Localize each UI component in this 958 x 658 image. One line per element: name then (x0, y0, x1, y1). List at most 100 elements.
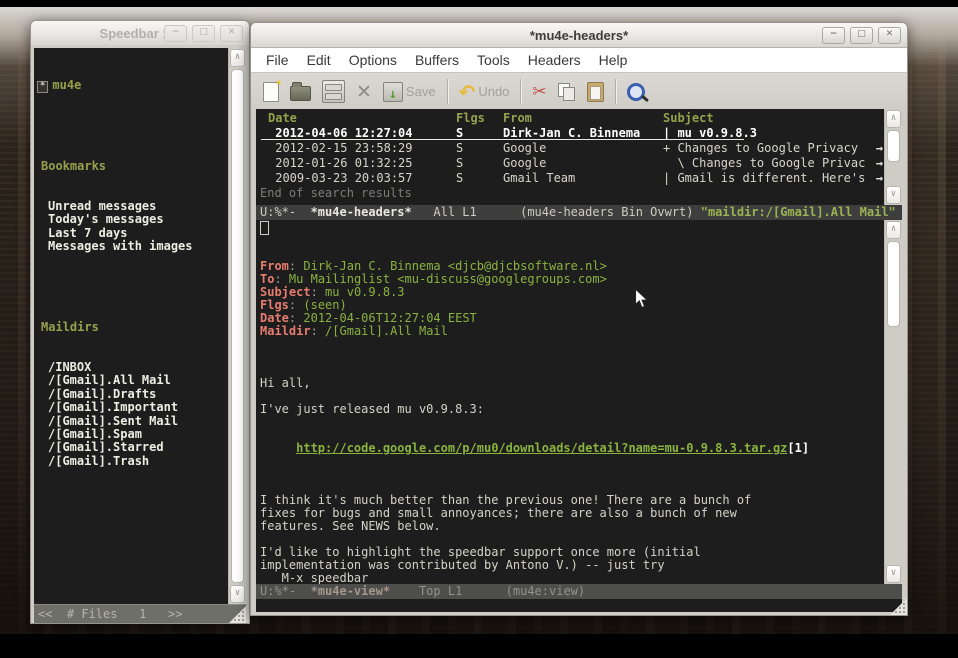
speedbar-bookmark-item[interactable]: Messages with images (37, 240, 228, 253)
speedbar-scrollbar-thumb[interactable] (231, 69, 244, 583)
speedbar-maildir-item[interactable]: /[Gmail].Drafts (37, 388, 228, 401)
search-icon[interactable] (627, 79, 650, 105)
message-body-line: I've just released mu v0.9.8.3: (260, 403, 884, 416)
speedbar-bookmark-item[interactable]: Today's messages (37, 213, 228, 226)
field-value: 2012-04-06T12:27:04 EEST (303, 311, 476, 325)
cell-subject: + Changes to Google Privacy (663, 141, 865, 155)
new-file-icon[interactable]: ★ (263, 79, 279, 105)
toolbar-separator (615, 79, 616, 104)
message-row[interactable]: 2009-03-23 20:03:57SGmail Team| Gmail is… (256, 171, 884, 186)
emacs-window: *mu4e-headers* −□ ✕ FileEditOptionsBuffer… (250, 22, 908, 616)
field-label: From (260, 259, 289, 273)
menu-item[interactable]: Options (342, 50, 404, 70)
cell-subject: \ Changes to Google Privac (663, 156, 865, 170)
message-body-line: features. See NEWS below. (260, 520, 884, 533)
save-label: Save (406, 84, 436, 99)
desktop: Speedbar 1.0 −□✕ *mu4e Bookmarks Unread … (0, 0, 958, 658)
window-button[interactable]: − (822, 27, 845, 44)
mu4e-view-pane: From: Dirk-Jan C. Binnema <djcb@djcbsoft… (256, 220, 902, 584)
speedbar-status-text[interactable]: << # Files 1 >> (38, 606, 183, 623)
field-value: mu v0.9.8.3 (325, 285, 404, 299)
speedbar-maildir-item[interactable]: /[Gmail].Spam (37, 428, 228, 441)
speedbar-maildir-item[interactable]: /[Gmail].Starred (37, 441, 228, 454)
cell-from: Google (503, 156, 663, 171)
truncation-arrow-icon: → (876, 156, 883, 171)
speedbar-maildir-item[interactable]: /INBOX (37, 361, 228, 374)
message-row[interactable]: 2012-02-15 23:58:29SGoogle+ Changes to G… (256, 141, 884, 156)
speedbar-resize-grip[interactable] (229, 606, 246, 623)
speedbar-maildir-item[interactable]: /[Gmail].Important (37, 401, 228, 414)
message-row[interactable]: 2012-04-06 12:27:04SDirk-Jan C. Binnema|… (256, 126, 884, 141)
menu-item[interactable]: Help (592, 50, 635, 70)
close-buffer-icon[interactable]: ✕ (356, 79, 372, 105)
column-subject: Subject (663, 111, 884, 126)
window-button[interactable]: □ (192, 25, 215, 42)
speedbar-scrollbar[interactable]: ∧ ∨ (228, 48, 246, 604)
speedbar-maildir-item[interactable]: /[Gmail].Trash (37, 455, 228, 468)
undo-button[interactable]: ↶ Undo (459, 79, 510, 105)
scroll-up-icon[interactable]: ∧ (886, 221, 901, 239)
emacs-title: *mu4e-headers* (530, 28, 628, 43)
cell-flags: S (456, 156, 503, 171)
cell-flags: S (456, 126, 503, 141)
download-link[interactable]: http://code.google.com/p/mu0/downloads/d… (296, 441, 787, 455)
scroll-up-icon[interactable]: ∧ (886, 110, 901, 128)
cell-date: 2012-04-06 12:27:04 (268, 126, 456, 141)
menu-item[interactable]: Buffers (408, 50, 466, 70)
window-button[interactable]: ✕ (878, 27, 901, 44)
menu-item[interactable]: File (259, 50, 296, 70)
toolbar-separator (447, 79, 448, 104)
headers-column-row: DateFlgsFromSubject (256, 111, 884, 126)
open-folder-icon[interactable] (290, 79, 311, 105)
emacs-window-buttons: −□ ✕ (822, 27, 901, 44)
speedbar-root-item[interactable]: mu4e (52, 78, 81, 92)
headers-scrollbar-thumb[interactable] (887, 130, 900, 162)
copy-icon[interactable] (558, 79, 576, 105)
speedbar-expand-indicator[interactable]: * (37, 81, 48, 93)
modeline-buffer-name: *mu4e-view* (311, 584, 390, 598)
message-row[interactable]: 2012-01-26 01:32:25SGoogle \ Changes to … (256, 156, 884, 171)
truncation-arrow-icon: → (876, 141, 883, 156)
window-button[interactable]: □ (850, 27, 873, 44)
menu-item[interactable]: Edit (300, 50, 338, 70)
modeline-search-query: "maildir:/[Gmail].All Mail" (701, 205, 896, 219)
speedbar-bookmark-item[interactable]: Last 7 days (37, 227, 228, 240)
view-scrollbar[interactable]: ∧ ∨ (884, 220, 902, 584)
menu-item[interactable]: Tools (470, 50, 517, 70)
menu-item[interactable]: Headers (521, 50, 588, 70)
scroll-down-icon[interactable]: ∨ (230, 585, 245, 603)
speedbar-maildir-item[interactable]: /[Gmail].Sent Mail (37, 415, 228, 428)
end-of-search-text: End of search results (256, 186, 884, 201)
file-cabinet-icon[interactable] (322, 79, 345, 105)
emacs-cursor (260, 221, 269, 235)
save-button[interactable]: ↓ Save (383, 79, 436, 105)
field-value: (seen) (303, 298, 346, 312)
field-value: /[Gmail].All Mail (325, 324, 448, 338)
window-button[interactable]: ✕ (220, 25, 243, 42)
field-label: To (260, 272, 274, 286)
speedbar-bookmark-item[interactable]: Unread messages (37, 200, 228, 213)
cut-icon[interactable]: ✂ (532, 79, 546, 105)
column-from: From (503, 111, 663, 126)
emacs-titlebar[interactable]: *mu4e-headers* −□ ✕ (251, 23, 907, 48)
message-link-line: http://code.google.com/p/mu0/downloads/d… (260, 442, 884, 455)
paste-icon[interactable] (587, 79, 604, 105)
speedbar-titlebar[interactable]: Speedbar 1.0 −□✕ (31, 21, 249, 46)
tool-bar: ★ ✕ ↓ Save ↶ Undo ✂ (251, 73, 907, 111)
view-scrollbar-thumb[interactable] (887, 241, 900, 327)
window-button[interactable]: − (164, 25, 187, 42)
scroll-down-icon[interactable]: ∨ (886, 565, 901, 583)
undo-label: Undo (478, 84, 509, 99)
message-body-line (260, 364, 884, 377)
speedbar-maildir-item[interactable]: /[Gmail].All Mail (37, 374, 228, 387)
scroll-up-icon[interactable]: ∧ (230, 49, 245, 67)
echo-area (256, 599, 902, 612)
cell-subject: | Gmail is different. Here's (663, 171, 865, 185)
field-label: Date (260, 311, 289, 325)
headers-scrollbar[interactable]: ∧ ∨ (884, 109, 902, 205)
field-label: Maildir (260, 324, 311, 338)
speedbar-window: Speedbar 1.0 −□✕ *mu4e Bookmarks Unread … (30, 20, 250, 624)
speedbar-section-bookmarks: Bookmarks (37, 160, 228, 173)
scroll-down-icon[interactable]: ∨ (886, 186, 901, 204)
menu-bar: FileEditOptionsBuffersToolsHeadersHelp (251, 48, 907, 73)
